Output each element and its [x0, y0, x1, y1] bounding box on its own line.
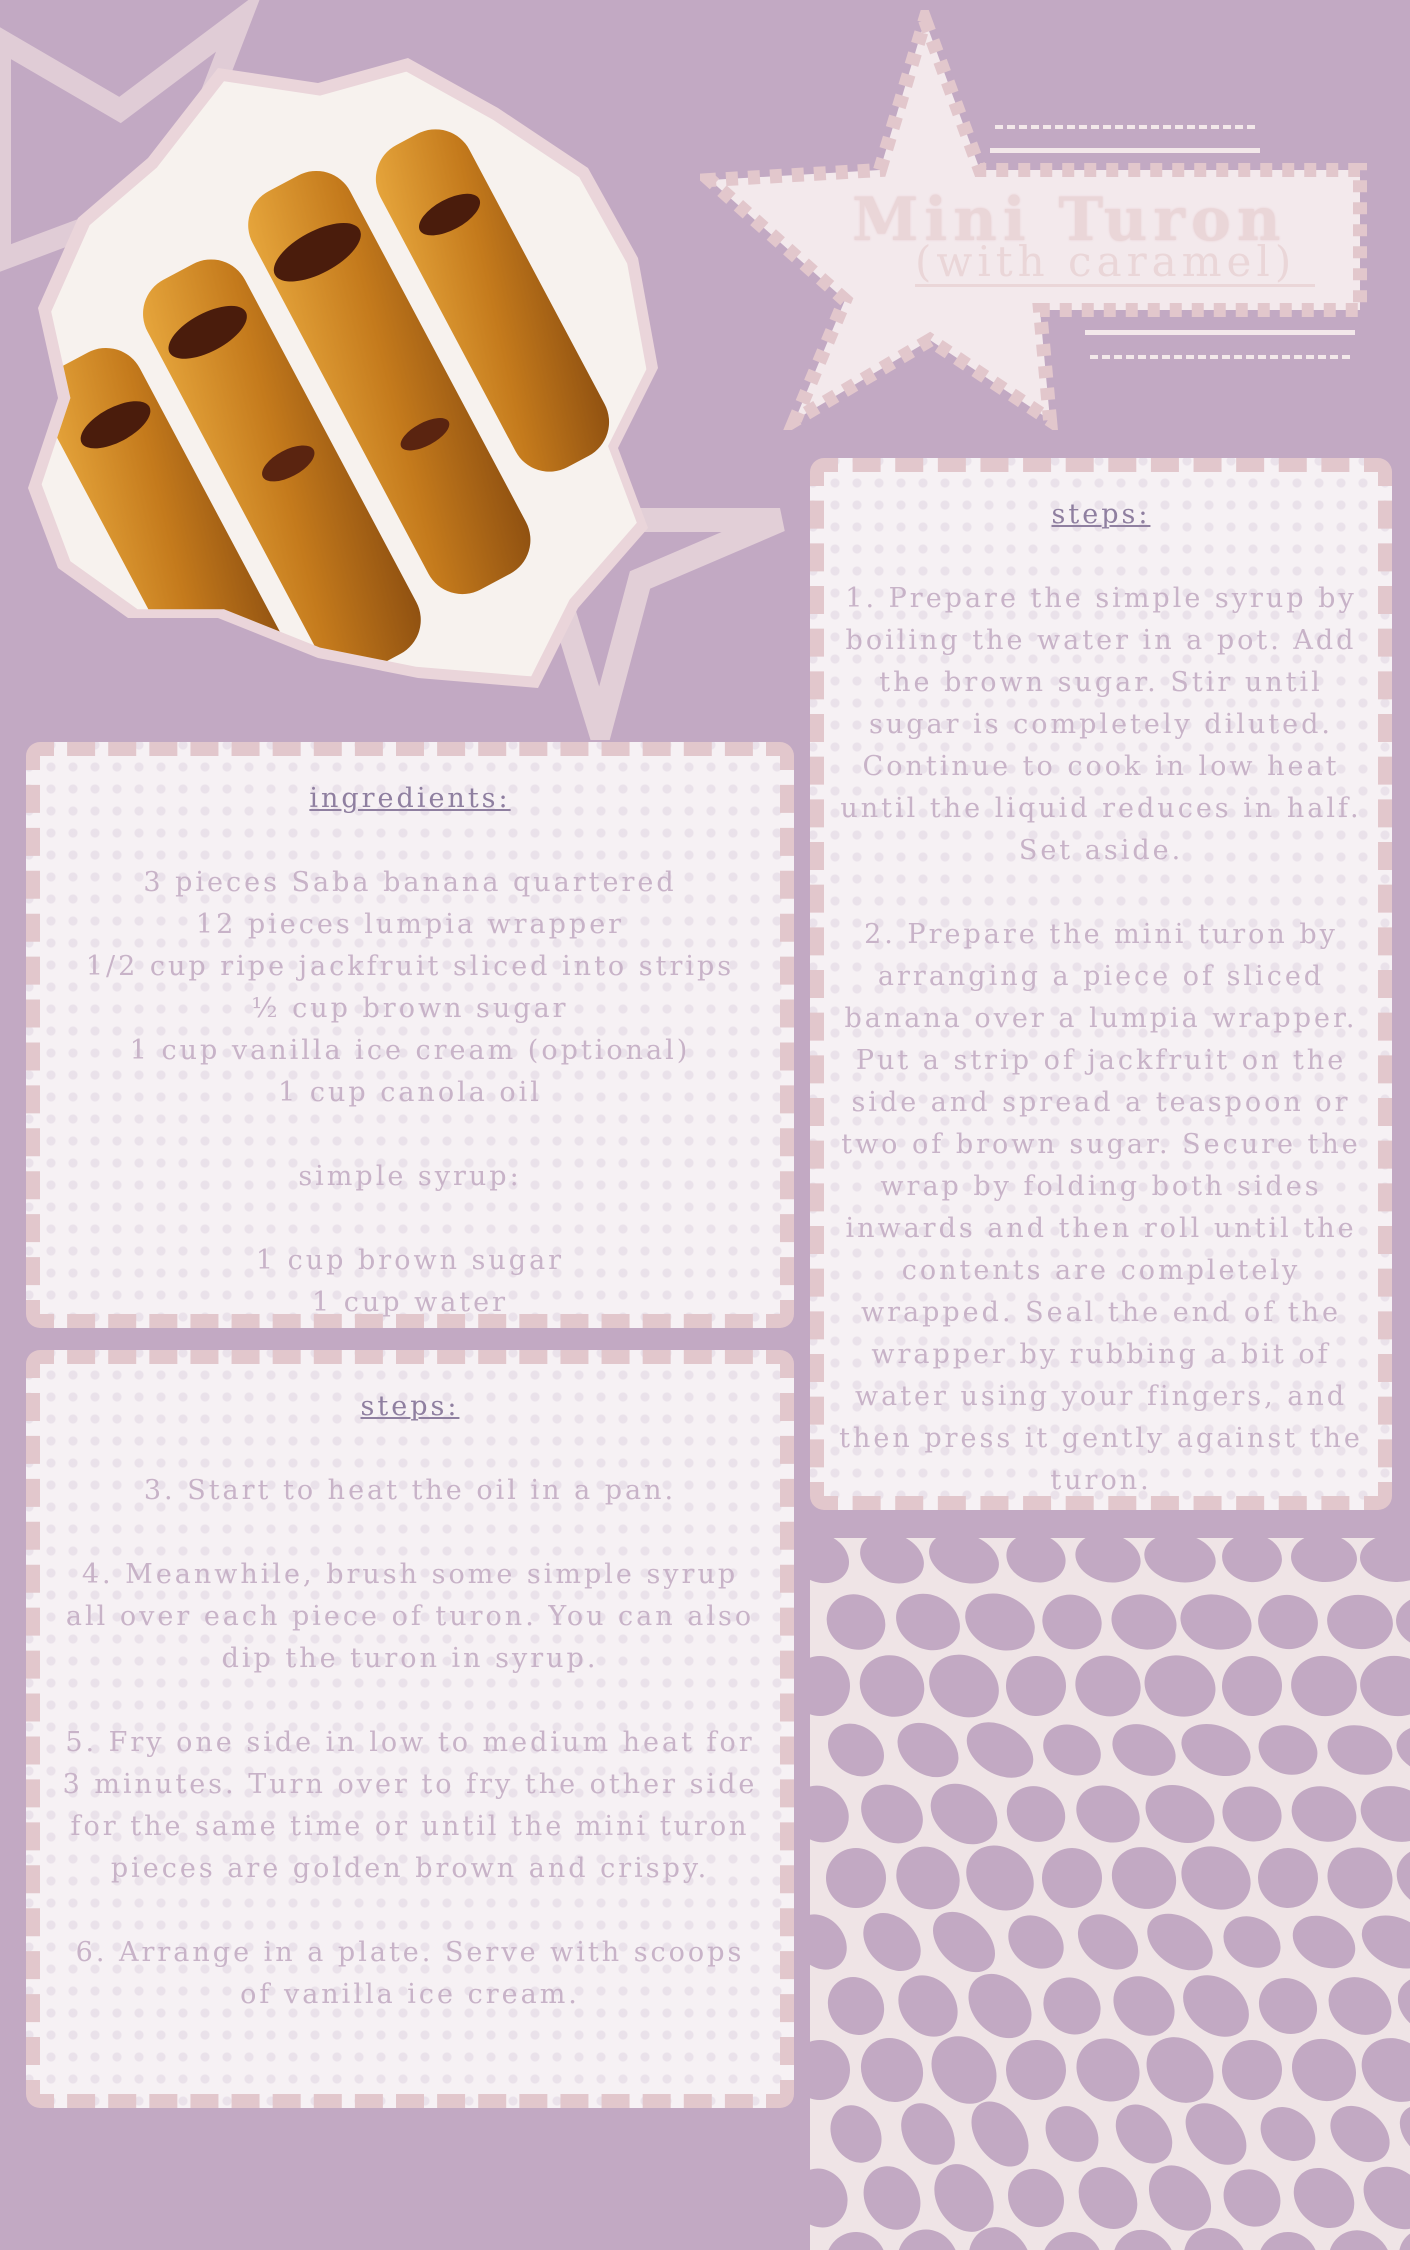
- ingredient-item: ½ cup brown sugar: [251, 993, 569, 1024]
- ingredient-item: 1/2 cup ripe jackfruit sliced into strip…: [85, 951, 735, 982]
- syrup-item: 1 cup water: [311, 1287, 509, 1318]
- turon-photo: [28, 58, 658, 688]
- title-decor-line: [1085, 330, 1355, 335]
- title-decor-dashes: [995, 125, 1255, 129]
- title-decor-line: [990, 148, 1260, 153]
- ingredient-item: 1 cup canola oil: [278, 1077, 542, 1108]
- title-decor-dashes: [1090, 355, 1350, 359]
- step-item: 1. Prepare the simple syrup by boiling t…: [840, 583, 1362, 866]
- step-item: 3. Start to heat the oil in a pan.: [143, 1475, 677, 1506]
- step-item: 5. Fry one side in low to medium heat fo…: [62, 1727, 758, 1884]
- ingredient-item: 12 pieces lumpia wrapper: [195, 909, 625, 940]
- syrup-item: 1 cup brown sugar: [255, 1245, 565, 1276]
- ingredient-item: 1 cup vanilla ice cream (optional): [129, 1035, 691, 1066]
- steps-heading: steps:: [360, 1391, 460, 1422]
- steps-card-right: steps: 1. Prepare the simple syrup by bo…: [810, 458, 1392, 1510]
- page-subtitle: (with caramel): [915, 240, 1315, 287]
- ingredients-heading: ingredients:: [309, 783, 511, 814]
- ingredients-card: ingredients: 3 pieces Saba banana quarte…: [26, 742, 794, 1328]
- decorative-pattern: [810, 1538, 1410, 2250]
- ingredient-item: 3 pieces Saba banana quartered: [143, 867, 677, 898]
- step-item: 2. Prepare the mini turon by arranging a…: [839, 919, 1363, 1496]
- steps-heading: steps:: [1051, 499, 1151, 530]
- step-item: 6. Arrange in a plate. Serve with scoops…: [75, 1937, 745, 2010]
- step-item: 4. Meanwhile, brush some simple syrup al…: [65, 1559, 755, 1674]
- steps-card-left: steps: 3. Start to heat the oil in a pan…: [26, 1350, 794, 2108]
- syrup-heading: simple syrup:: [298, 1161, 522, 1192]
